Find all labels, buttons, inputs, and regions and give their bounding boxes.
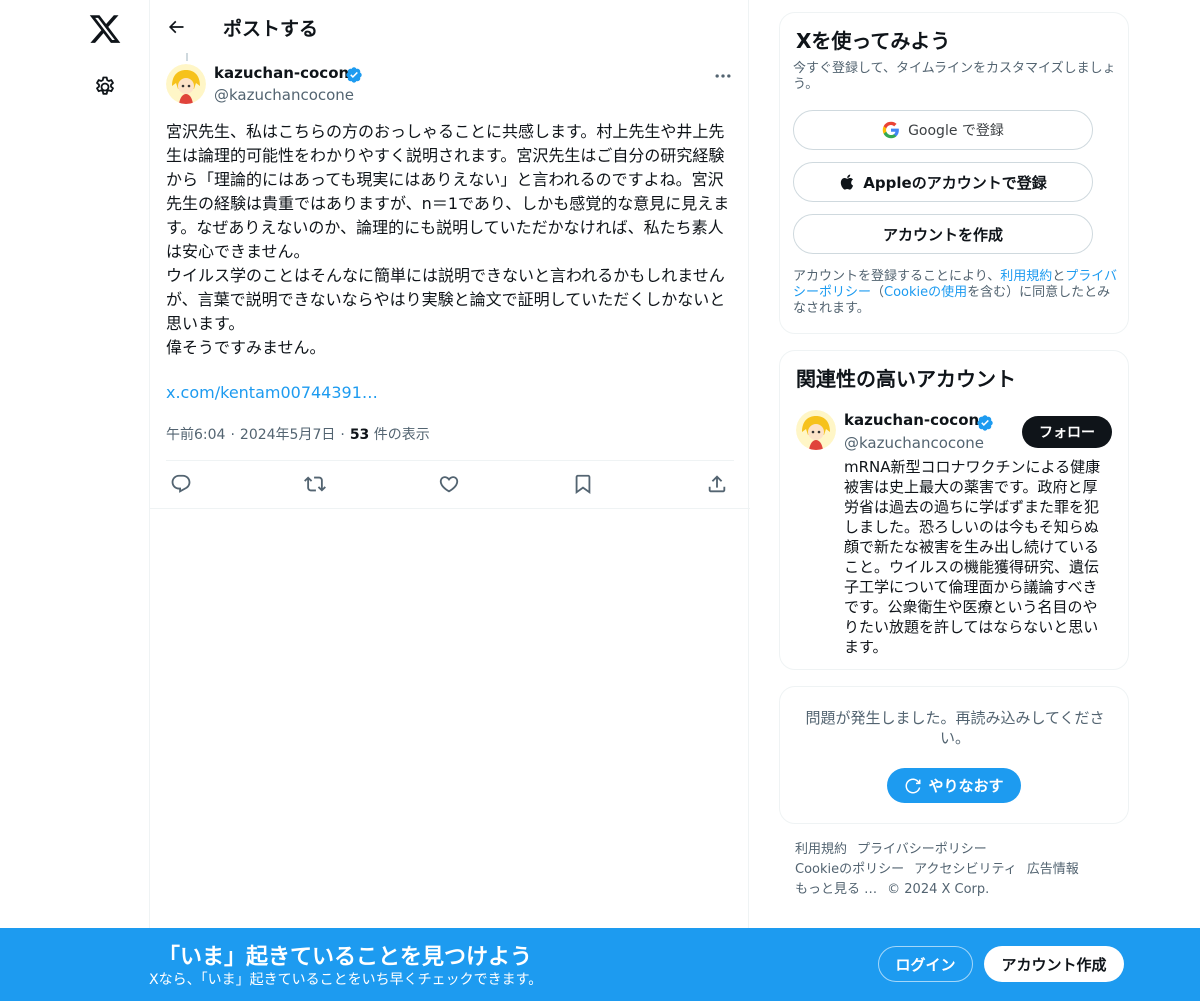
signup-card-title: Xを使ってみよう bbox=[796, 29, 951, 53]
more-options-icon[interactable] bbox=[713, 66, 733, 86]
footer-links: 利用規約 プライバシーポリシー Cookieのポリシー アクセシビリティ 広告情報 も… bbox=[795, 840, 1125, 900]
post-actions bbox=[166, 460, 734, 508]
post-time[interactable]: 午前6:04 bbox=[166, 427, 225, 443]
footer-link-accessibility[interactable]: アクセシビリティ bbox=[914, 860, 1017, 880]
terms-text: アカウントを登録することにより、利用規約とプライバシーポリシー（Cookieの使… bbox=[793, 269, 1118, 316]
views-label: 件の表示 bbox=[373, 427, 430, 443]
google-signup-label: Google で登録 bbox=[908, 123, 1004, 139]
footer-link-ads[interactable]: 広告情報 bbox=[1027, 860, 1079, 880]
post-text: 宮沢先生、私はこちらの方のおっしゃることに共感します。村上先生や井上先生は論理的… bbox=[166, 122, 730, 357]
signup-card: Xを使ってみよう 今すぐ登録して、タイムラインをカスタマイズしましょう。 Goo… bbox=[779, 12, 1129, 334]
views-count: 53 bbox=[349, 427, 370, 443]
account-name[interactable]: kazuchan-cocone bbox=[844, 411, 989, 429]
login-banner: 「いま」起きていることを見つけよう Xなら、「いま」起きていることをいち早くチェ… bbox=[0, 928, 1200, 1001]
terms-link[interactable]: 利用規約 bbox=[1000, 269, 1052, 284]
avatar[interactable] bbox=[796, 410, 836, 450]
signup-card-subtitle: 今すぐ登録して、タイムラインをカスタマイズしましょう。 bbox=[793, 61, 1116, 92]
gear-icon[interactable] bbox=[93, 75, 117, 99]
apple-icon bbox=[841, 174, 854, 190]
follow-button[interactable]: フォロー bbox=[1022, 416, 1112, 448]
share-icon[interactable] bbox=[706, 473, 728, 495]
thread-line bbox=[186, 53, 188, 61]
left-navigation bbox=[0, 0, 150, 1001]
banner-title: 「いま」起きていることを見つけよう bbox=[158, 945, 533, 970]
page-header: ポストする bbox=[150, 0, 750, 53]
footer-link-cookie[interactable]: Cookieのポリシー bbox=[795, 860, 904, 880]
main-column: ポストする kazuchan-cocone @kazuchancocone 宮沢… bbox=[149, 0, 750, 1001]
banner-subtitle: Xなら、「いま」起きていることをいち早くチェックできます。 bbox=[149, 972, 543, 988]
account-bio: mRNA新型コロナワクチンによる健康被害は史上最大の薬害です。政府と厚労省は過去… bbox=[844, 458, 1101, 656]
login-button[interactable]: ログイン bbox=[878, 946, 973, 982]
cookie-use-link[interactable]: Cookieの使用 bbox=[884, 285, 967, 300]
create-account-button[interactable]: アカウントを作成 bbox=[793, 214, 1093, 254]
footer-copyright: © 2024 X Corp. bbox=[887, 882, 990, 897]
author-handle[interactable]: @kazuchancocone bbox=[214, 86, 354, 104]
verified-badge-icon bbox=[977, 415, 993, 431]
google-signup-button[interactable]: Google で登録 bbox=[793, 110, 1093, 150]
post-link[interactable]: x.com/kentam00744391… bbox=[166, 383, 378, 402]
footer-link-more[interactable]: もっと見る … bbox=[795, 880, 877, 900]
divider bbox=[150, 508, 750, 509]
footer-link-terms[interactable]: 利用規約 bbox=[795, 840, 847, 860]
like-icon[interactable] bbox=[438, 473, 460, 495]
error-card: 問題が発生しました。再読み込みしてください。 やりなおす bbox=[779, 686, 1129, 824]
reply-icon[interactable] bbox=[170, 473, 192, 495]
retry-label: やりなおす bbox=[928, 777, 1004, 795]
apple-signup-button[interactable]: Appleのアカウントで登録 bbox=[793, 162, 1093, 202]
post-date[interactable]: 2024年5月7日 bbox=[240, 427, 335, 443]
page-title: ポストする bbox=[223, 18, 319, 40]
refresh-icon bbox=[905, 778, 921, 793]
avatar[interactable] bbox=[166, 64, 206, 104]
arrow-left-icon[interactable] bbox=[166, 17, 186, 37]
post-metadata: 午前6:04 · 2024年5月7日 · 53 件の表示 bbox=[166, 427, 430, 443]
author-name[interactable]: kazuchan-cocone bbox=[214, 64, 359, 82]
bookmark-icon[interactable] bbox=[572, 473, 594, 495]
relevant-accounts-card: 関連性の高いアカウント kazuchan-cocone @kazuchancoc… bbox=[779, 350, 1129, 670]
footer-link-privacy[interactable]: プライバシーポリシー bbox=[857, 840, 987, 860]
repost-icon[interactable] bbox=[304, 473, 326, 495]
verified-badge-icon bbox=[346, 67, 362, 83]
retry-button[interactable]: やりなおす bbox=[887, 768, 1021, 803]
apple-signup-label: Appleのアカウントで登録 bbox=[863, 173, 1047, 192]
signup-button[interactable]: アカウント作成 bbox=[984, 946, 1124, 982]
account-handle[interactable]: @kazuchancocone bbox=[844, 434, 984, 452]
error-message: 問題が発生しました。再読み込みしてください。 bbox=[805, 709, 1105, 747]
relevant-accounts-title: 関連性の高いアカウント bbox=[796, 367, 1016, 391]
x-logo-icon[interactable] bbox=[88, 12, 122, 46]
google-icon bbox=[882, 121, 899, 139]
